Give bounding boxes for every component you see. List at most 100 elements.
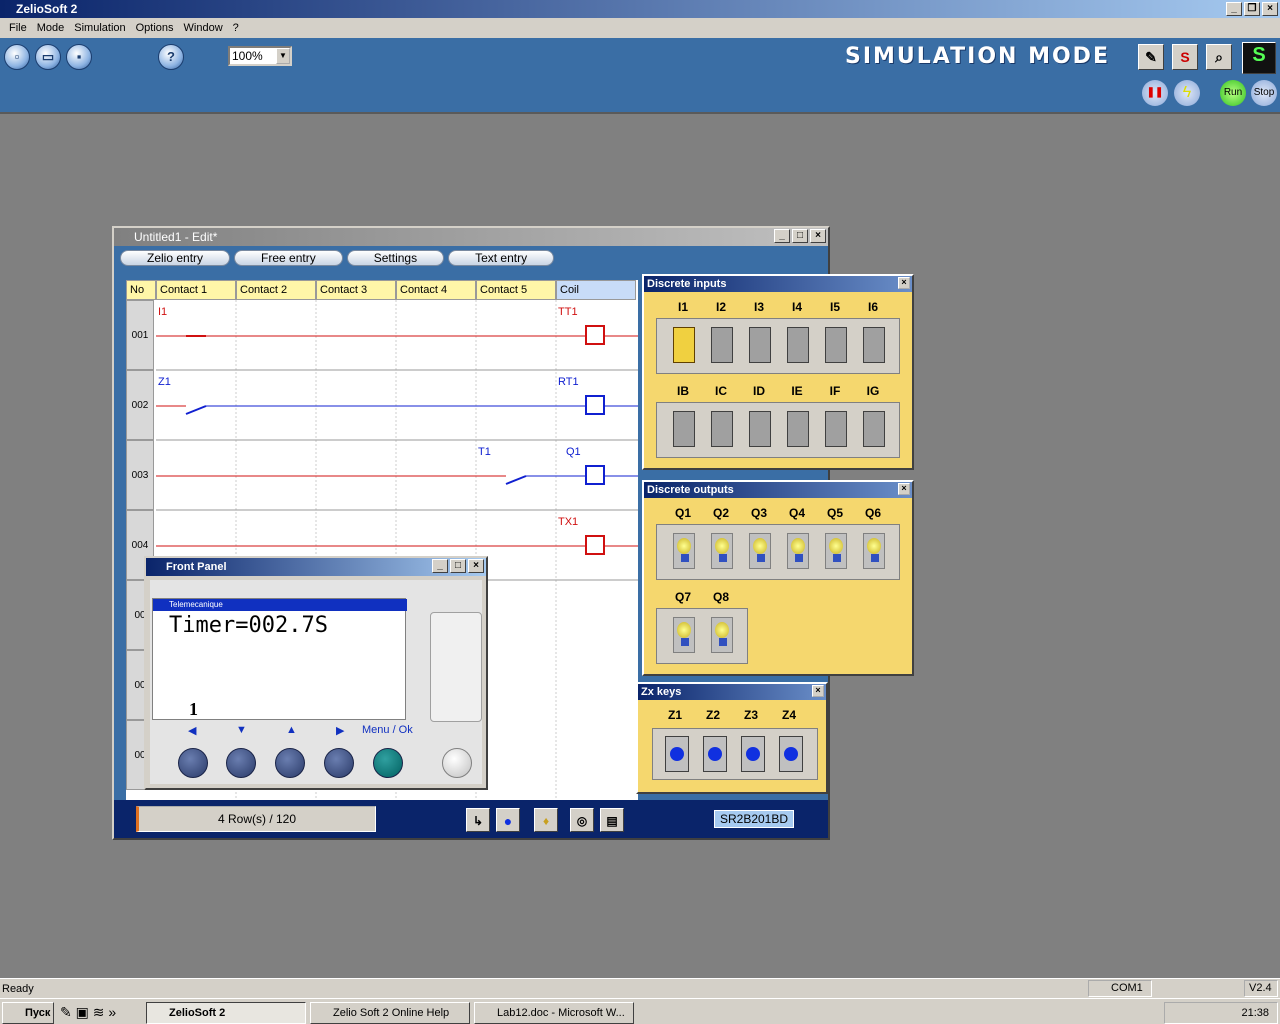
zoom-value: 100%	[232, 49, 263, 63]
zkey-z3-button[interactable]	[741, 736, 765, 772]
com-port: COM1	[1088, 980, 1152, 997]
lamp-icon[interactable]: ♦	[534, 808, 558, 832]
app-title-bar: ZelioSoft 2 _ ❐ ×	[0, 0, 1280, 18]
outputs-row2-box	[656, 608, 748, 664]
save-icon[interactable]: ▪	[66, 44, 92, 70]
input-switch-i6[interactable]	[863, 327, 885, 363]
minimize-button[interactable]: _	[1226, 2, 1242, 16]
close-icon[interactable]: ×	[812, 685, 824, 697]
menu-file[interactable]: File	[4, 22, 32, 34]
start-button[interactable]: Пуск	[2, 1002, 54, 1024]
input-switch-i5[interactable]	[825, 327, 847, 363]
fp-right-button[interactable]	[324, 748, 354, 778]
task-online-help[interactable]: Zelio Soft 2 Online Help	[310, 1002, 470, 1024]
fp-menu-ok-button[interactable]	[373, 748, 403, 778]
status-bar: Ready COM1 V2.4	[0, 978, 1280, 998]
discrete-outputs-panel: Discrete outputs × Q1 Q2 Q3 Q4 Q5 Q6 Q7 Q…	[642, 480, 914, 676]
zkey-z4-button[interactable]	[779, 736, 803, 772]
zkey-z2-button[interactable]	[703, 736, 727, 772]
input-switch-ic[interactable]	[711, 411, 733, 447]
output-label: Q5	[826, 506, 843, 520]
input-label: I4	[791, 300, 802, 314]
zkey-label: Z4	[781, 708, 796, 722]
fp-shift-button[interactable]	[442, 748, 472, 778]
new-file-icon[interactable]: ▫	[4, 44, 30, 70]
coil-label: TT1	[558, 306, 578, 318]
menu-mode[interactable]: Mode	[32, 22, 70, 34]
menu-options[interactable]: Options	[131, 22, 179, 34]
fp-left-button[interactable]	[178, 748, 208, 778]
run-button[interactable]: Run	[1220, 80, 1246, 106]
input-label: IG	[866, 384, 880, 398]
front-panel-title: Front Panel	[166, 561, 227, 573]
input-label: I1	[677, 300, 688, 314]
menu-bar: File Mode Simulation Options Window ?	[0, 18, 1280, 38]
input-label: IB	[677, 384, 689, 398]
zkey-z1-button[interactable]	[665, 736, 689, 772]
menu-simulation[interactable]: Simulation	[69, 22, 130, 34]
quicklaunch-icon[interactable]: ✎ ▣ ≋ »	[60, 1004, 116, 1021]
input-label: I2	[715, 300, 726, 314]
lamp-q4-icon	[787, 533, 809, 569]
coil-rt1	[585, 395, 605, 415]
coil-tt1	[585, 325, 605, 345]
lcd-display: Telemecanique Timer=002.7S 1	[152, 598, 407, 720]
pause-icon[interactable]: ❚❚	[1142, 80, 1168, 106]
input-switch-ig[interactable]	[863, 411, 885, 447]
chevron-down-icon[interactable]: ▼	[276, 48, 290, 64]
input-switch-i3[interactable]	[749, 327, 771, 363]
input-switch-if[interactable]	[825, 411, 847, 447]
fp-minimize-button[interactable]: _	[432, 559, 448, 573]
monitor-icon[interactable]: ✎	[1138, 44, 1164, 70]
input-switch-i4[interactable]	[787, 327, 809, 363]
blue-dot-icon[interactable]: ●	[496, 808, 520, 832]
binoculars-icon[interactable]: ◎	[570, 808, 594, 832]
menu-ok-label: Menu / Ok	[362, 724, 413, 736]
editor-maximize-button[interactable]: □	[792, 229, 808, 243]
editor-title: Untitled1 - Edit*	[134, 230, 218, 244]
tab-text-entry[interactable]: Text entry	[448, 250, 555, 266]
lamp-q8-icon	[711, 617, 733, 653]
zelio-logo-icon: S	[1242, 42, 1276, 74]
version: V2.4	[1244, 980, 1278, 997]
tab-settings[interactable]: Settings	[346, 250, 445, 266]
contact-label: Z1	[158, 376, 171, 388]
input-switch-ie[interactable]	[787, 411, 809, 447]
arrow-tool-icon[interactable]: ↳	[466, 808, 490, 832]
lamp-q6-icon	[863, 533, 885, 569]
close-button[interactable]: ×	[1262, 2, 1278, 16]
fp-close-button[interactable]: ×	[468, 559, 484, 573]
tab-zelio-entry[interactable]: Zelio entry	[120, 250, 231, 266]
close-icon[interactable]: ×	[898, 483, 910, 495]
coil-label: RT1	[558, 376, 579, 388]
menu-help[interactable]: ?	[228, 22, 244, 34]
taskbar: Пуск ✎ ▣ ≋ » ZelioSoft 2 Zelio Soft 2 On…	[0, 998, 1280, 1024]
s-button[interactable]: S	[1172, 44, 1198, 70]
lightning-icon[interactable]: ϟ	[1174, 80, 1200, 106]
editor-minimize-button[interactable]: _	[774, 229, 790, 243]
zkey-label: Z2	[705, 708, 720, 722]
task-word[interactable]: Lab12.doc - Microsoft W...	[474, 1002, 634, 1024]
fp-down-button[interactable]	[226, 748, 256, 778]
fp-maximize-button[interactable]: □	[450, 559, 466, 573]
task-zeliosoft[interactable]: ZelioSoft 2	[146, 1002, 306, 1024]
input-switch-id[interactable]	[749, 411, 771, 447]
fp-up-button[interactable]	[275, 748, 305, 778]
zoom-select[interactable]: 100% ▼	[228, 46, 292, 66]
close-icon[interactable]: ×	[898, 277, 910, 289]
restore-button[interactable]: ❐	[1244, 2, 1260, 16]
menu-window[interactable]: Window	[179, 22, 228, 34]
input-label: IC	[715, 384, 727, 398]
editor-close-button[interactable]: ×	[810, 229, 826, 243]
help-button[interactable]: ?	[158, 44, 184, 70]
magnifier-icon[interactable]: ⌕	[1206, 44, 1232, 70]
open-folder-icon[interactable]: ▭	[35, 44, 61, 70]
contact-label: T1	[478, 446, 491, 458]
tab-free-entry[interactable]: Free entry	[234, 250, 343, 266]
input-switch-ib[interactable]	[673, 411, 695, 447]
stop-button[interactable]: Stop	[1251, 80, 1277, 106]
input-switch-i2[interactable]	[711, 327, 733, 363]
output-label: Q3	[750, 506, 767, 520]
front-panel-icon[interactable]: ▤	[600, 808, 624, 832]
input-switch-i1[interactable]	[673, 327, 695, 363]
